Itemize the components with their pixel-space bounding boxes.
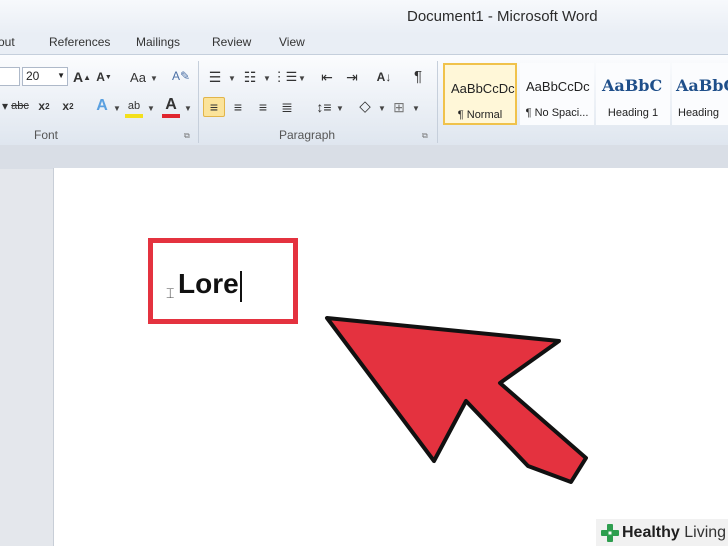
- watermark: Healthy Living: [596, 519, 728, 546]
- watermark-brand: Healthy: [622, 523, 680, 541]
- watermark-suffix: Living: [679, 523, 727, 541]
- plus-cross-icon: [601, 523, 619, 542]
- watermark-text: Healthy Living: [622, 524, 726, 542]
- pointer-arrow-icon: [325, 316, 588, 484]
